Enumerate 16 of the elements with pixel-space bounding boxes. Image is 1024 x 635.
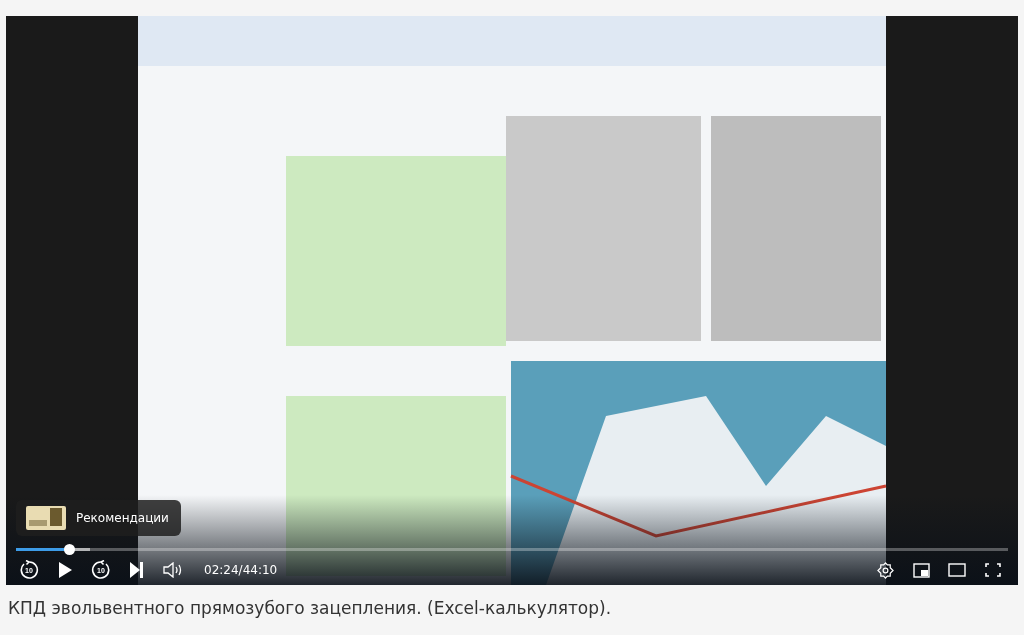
next-icon xyxy=(130,562,144,578)
progress-handle[interactable] xyxy=(63,544,75,555)
video-title: КПД эвольвентного прямозубого зацепления. (Excel-калькулятор). xyxy=(7,597,613,618)
settings-button[interactable] xyxy=(874,559,896,581)
playback-time: 02:24/44:10 xyxy=(204,563,278,577)
settings-icon xyxy=(876,561,894,579)
rewind-icon xyxy=(19,560,39,580)
fullscreen-icon xyxy=(985,563,1001,577)
volume-button[interactable] xyxy=(162,559,184,581)
speaker-icon xyxy=(163,562,183,578)
mini-player-icon xyxy=(912,562,930,578)
play-icon xyxy=(58,562,72,578)
forward-icon xyxy=(91,560,111,580)
rectangle-icon xyxy=(948,563,966,577)
recommendations-button[interactable]: Рекомендации xyxy=(16,500,181,536)
thumbnail-icon xyxy=(26,506,66,530)
